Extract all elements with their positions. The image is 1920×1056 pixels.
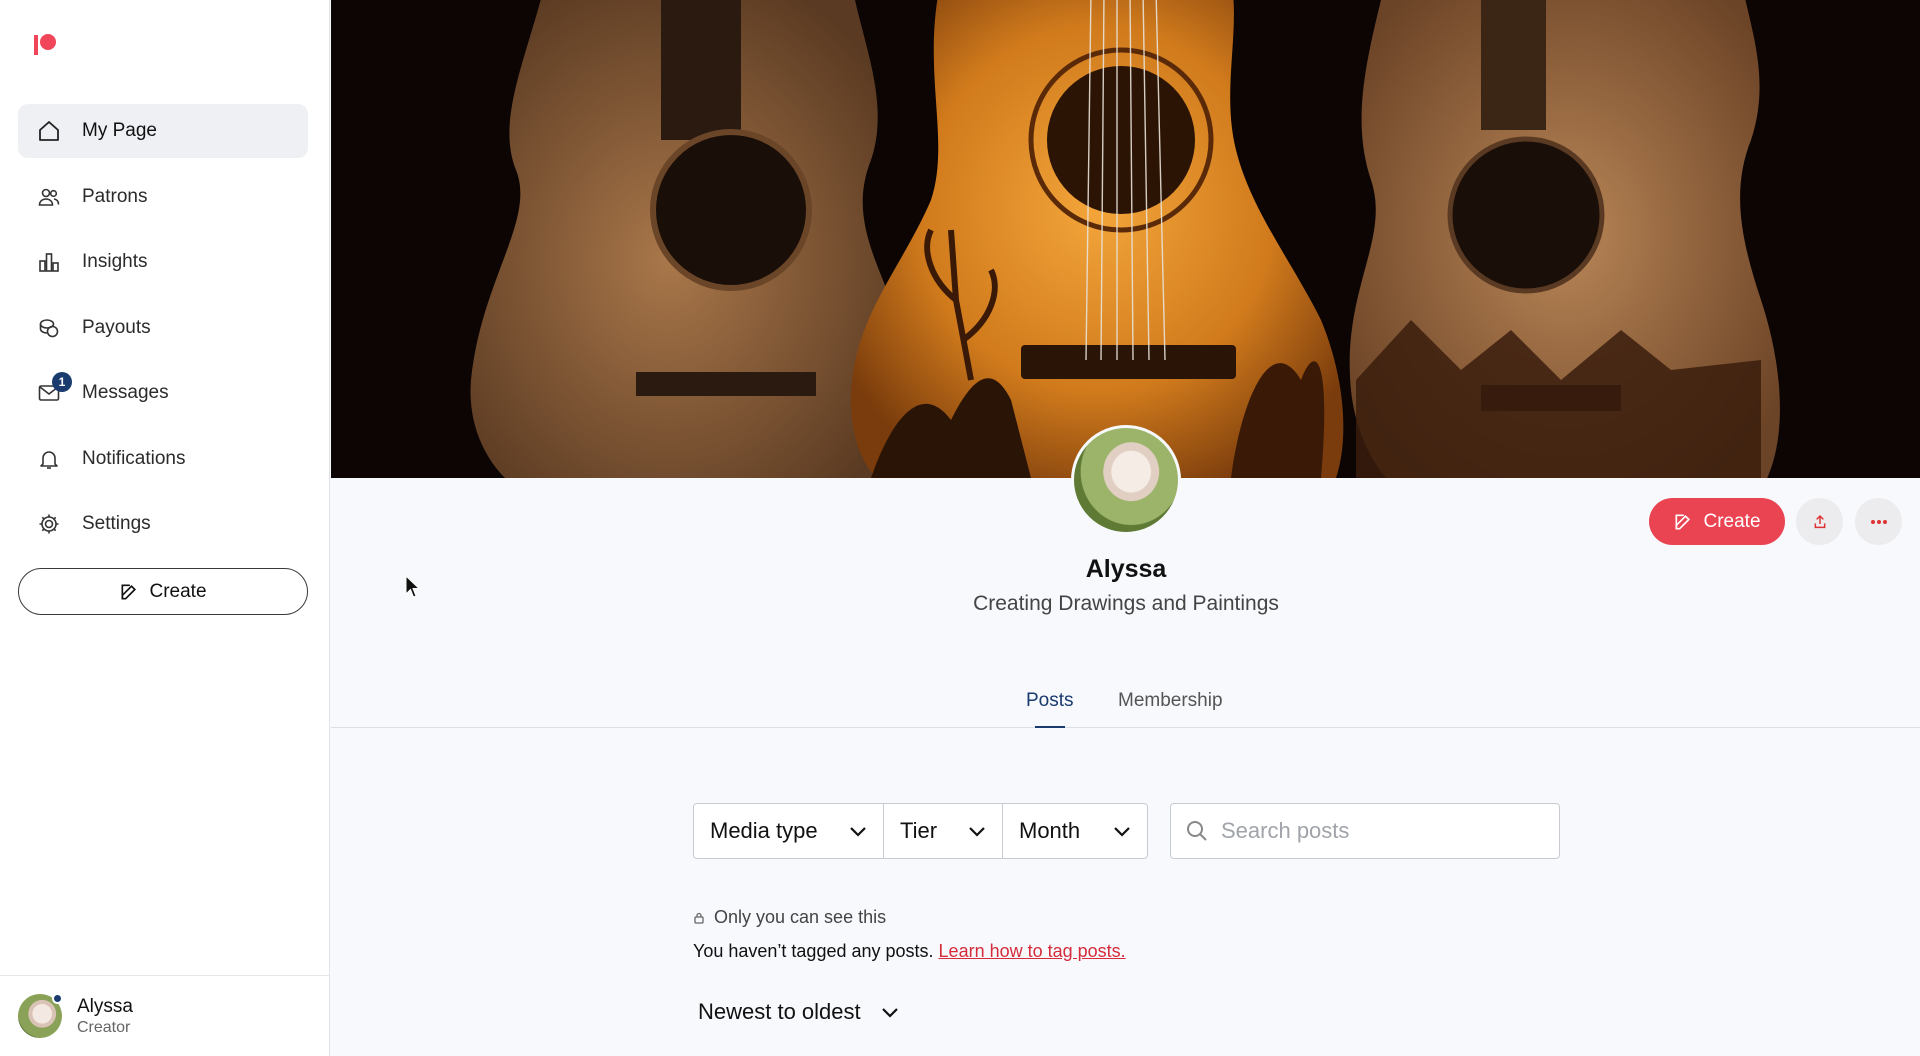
sidebar-item-label: Notifications [82,447,186,469]
mouse-cursor-icon [405,575,421,598]
tier-dropdown[interactable]: Tier [884,804,1003,858]
user-name: Alyssa [77,995,133,1017]
month-label: Month [1019,818,1081,843]
sidebar-item-insights[interactable]: Insights [18,235,308,289]
chevron-down-icon [850,827,866,837]
profile-tabs: Posts Membership [331,680,1920,728]
cover-banner [331,0,1920,478]
profile-avatar[interactable] [1071,425,1181,535]
media-type-dropdown[interactable]: Media type [694,804,884,858]
lock-icon [694,912,704,924]
sidebar-item-label: Settings [82,513,151,534]
mail-icon: 1 [36,372,72,406]
sidebar-item-payouts[interactable]: Payouts [18,301,308,355]
tab-membership[interactable]: Membership [1118,690,1223,712]
coins-icon [36,315,62,341]
sidebar-item-messages[interactable]: 1 Messages [18,366,308,420]
month-dropdown[interactable]: Month [1003,804,1147,858]
gear-icon [36,511,62,537]
post-filters: Media type Tier Month [693,803,1148,859]
create-post-button[interactable]: Create [1649,498,1785,545]
search-posts [1170,803,1560,859]
avatar [18,993,63,1038]
learn-tag-posts-link[interactable]: Learn how to tag posts. [939,941,1126,961]
sidebar-item-label: Messages [82,382,169,403]
media-type-label: Media type [710,818,818,843]
sidebar-item-my-page[interactable]: My Page [18,104,308,158]
unread-badge: 1 [52,372,72,392]
chevron-down-icon [881,1008,898,1018]
profile-name: Alyssa [1085,555,1167,583]
sidebar-create-label: Create [149,580,207,602]
user-role: Creator [77,1018,131,1036]
sidebar-item-settings[interactable]: Settings [18,497,308,551]
tag-message-text: You haven’t tagged any posts. [693,941,934,961]
sidebar-item-patrons[interactable]: Patrons [18,170,308,224]
edit-icon [121,584,137,599]
share-icon [1814,514,1825,528]
sidebar-create-button[interactable]: Create [18,568,308,615]
bar-chart-icon [36,249,62,275]
sidebar-item-notifications[interactable]: Notifications [18,432,308,486]
sidebar-item-label: Insights [82,251,148,272]
users-icon [36,184,62,210]
tab-posts[interactable]: Posts [1026,690,1074,728]
account-menu[interactable]: Alyssa Creator [0,975,330,1056]
home-icon [36,118,62,144]
more-icon [1870,519,1887,524]
profile-tagline: Creating Drawings and Paintings [973,592,1279,615]
online-indicator [52,993,63,1004]
sidebar-item-label: My Page [82,120,157,141]
tier-label: Tier [900,818,938,843]
chevron-down-icon [969,827,985,837]
more-options-button[interactable] [1855,498,1902,545]
patreon-logo-icon[interactable] [34,34,58,56]
sidebar-nav: My Page Patrons Insights Payouts 1 Messa… [18,104,308,563]
search-icon [1187,821,1207,841]
privacy-note: Only you can see this [694,907,886,928]
chevron-down-icon [1114,827,1130,837]
sidebar: My Page Patrons Insights Payouts 1 Messa… [0,0,330,1056]
sort-label: Newest to oldest [698,999,861,1024]
sort-dropdown[interactable]: Newest to oldest [698,999,899,1025]
bell-icon [36,446,62,472]
edit-icon [1675,514,1691,529]
sidebar-item-label: Payouts [82,316,151,338]
share-button[interactable] [1796,498,1843,545]
privacy-text: Only you can see this [714,907,887,927]
search-input[interactable] [1221,818,1541,844]
create-post-label: Create [1703,510,1761,532]
sidebar-item-label: Patrons [82,185,148,207]
tag-message: You haven’t tagged any posts. Learn how … [693,941,1126,962]
